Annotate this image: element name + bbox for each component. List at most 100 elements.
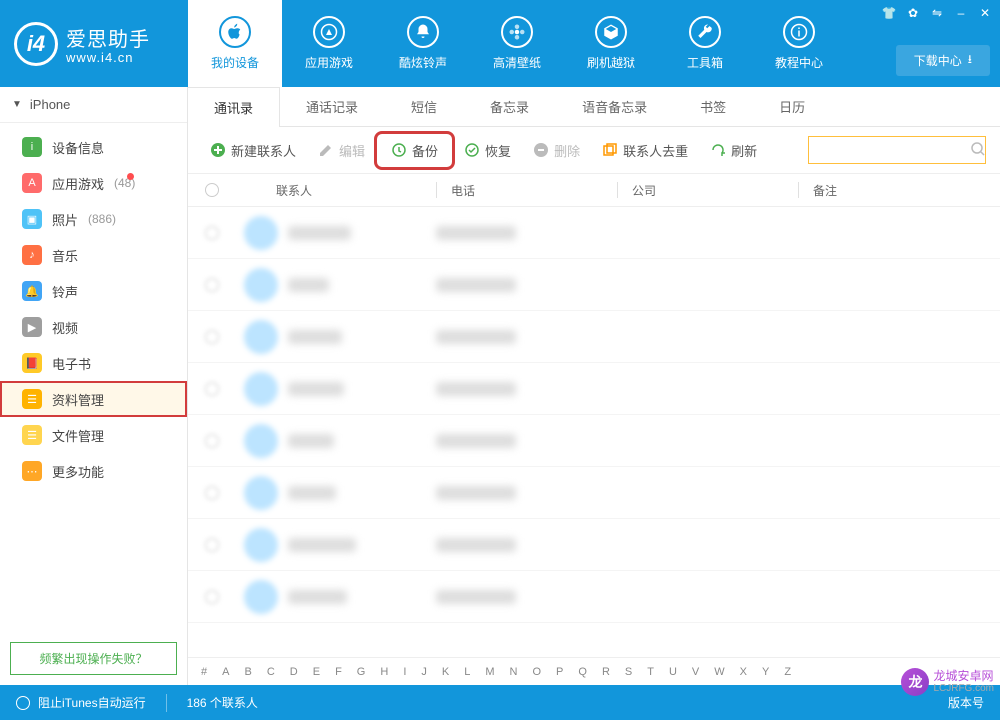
alpha-letter[interactable]: V: [689, 666, 702, 678]
toolbar-label: 备份: [412, 141, 438, 160]
alpha-index[interactable]: # ABCDEFGHIJKLMNOPQRSTUVWXYZ: [188, 657, 1000, 685]
alpha-letter[interactable]: O: [529, 666, 544, 678]
alpha-letter[interactable]: Y: [759, 666, 772, 678]
alpha-letter[interactable]: X: [737, 666, 750, 678]
contact-name-blurred: [288, 382, 344, 396]
minimize-button[interactable]: –: [950, 4, 972, 22]
column-phone[interactable]: 电话: [437, 182, 617, 199]
row-checkbox[interactable]: [205, 226, 219, 240]
alpha-letter[interactable]: J: [418, 666, 430, 678]
device-selector[interactable]: ▼ iPhone: [0, 87, 187, 123]
sidebar-item[interactable]: ♪音乐: [0, 237, 187, 273]
alpha-letter[interactable]: R: [599, 666, 613, 678]
theme-button[interactable]: 👕: [878, 4, 900, 22]
contact-row[interactable]: [188, 207, 1000, 259]
switch-button[interactable]: ⇋: [926, 4, 948, 22]
alpha-letter[interactable]: T: [644, 666, 657, 678]
contact-row[interactable]: [188, 467, 1000, 519]
contact-phone-blurred: [436, 278, 516, 292]
nav-tab-wrench[interactable]: 工具箱: [658, 0, 752, 87]
row-checkbox[interactable]: [205, 434, 219, 448]
row-checkbox[interactable]: [205, 382, 219, 396]
row-checkbox[interactable]: [205, 538, 219, 552]
column-company[interactable]: 公司: [618, 182, 798, 199]
contact-phone-blurred: [436, 590, 516, 604]
alpha-letter[interactable]: U: [666, 666, 680, 678]
alpha-letter[interactable]: Q: [575, 666, 590, 678]
alpha-letter[interactable]: K: [439, 666, 452, 678]
contact-row[interactable]: [188, 311, 1000, 363]
alpha-letter[interactable]: N: [507, 666, 521, 678]
sidebar-icon: ☰: [22, 389, 42, 409]
sidebar-item[interactable]: ⋯更多功能: [0, 453, 187, 489]
toolbar-refresh-button[interactable]: 刷新: [702, 137, 765, 164]
sidebar-icon: i: [22, 137, 42, 157]
toolbar-backup-button[interactable]: 备份: [379, 136, 450, 165]
sidebar-item[interactable]: 🔔铃声: [0, 273, 187, 309]
nav-tab-apple[interactable]: 我的设备: [188, 0, 282, 87]
close-button[interactable]: ✕: [974, 4, 996, 22]
contact-row[interactable]: [188, 363, 1000, 415]
row-checkbox[interactable]: [205, 278, 219, 292]
toolbar-restore-button[interactable]: 恢复: [456, 137, 519, 164]
alpha-letter[interactable]: W: [711, 666, 727, 678]
sub-tab[interactable]: 短信: [385, 87, 464, 126]
nav-tab-info[interactable]: 教程中心: [752, 0, 846, 87]
select-all-checkbox[interactable]: [205, 183, 219, 197]
sidebar-item[interactable]: ▶视频: [0, 309, 187, 345]
toolbar-plus-button[interactable]: 新建联系人: [202, 137, 304, 164]
alpha-letter[interactable]: H: [377, 666, 391, 678]
nav-tab-bell[interactable]: 酷炫铃声: [376, 0, 470, 87]
column-contact[interactable]: 联系人: [236, 182, 436, 199]
alpha-letter[interactable]: B: [241, 666, 254, 678]
sidebar-item[interactable]: ▣照片(886): [0, 201, 187, 237]
sidebar-item[interactable]: A应用游戏(48): [0, 165, 187, 201]
alpha-letter[interactable]: #: [198, 666, 210, 678]
footer-itunes-toggle[interactable]: 阻止iTunes自动运行: [38, 694, 146, 711]
sub-tab[interactable]: 通讯录: [188, 87, 280, 127]
download-center-button[interactable]: 下载中心 ⭳: [896, 45, 990, 76]
alpha-letter[interactable]: C: [264, 666, 278, 678]
footer-contact-count: 186 个联系人: [187, 694, 258, 711]
contact-row[interactable]: [188, 571, 1000, 623]
sidebar-item[interactable]: i设备信息: [0, 129, 187, 165]
alpha-letter[interactable]: F: [332, 666, 345, 678]
alpha-letter[interactable]: E: [310, 666, 323, 678]
contact-row[interactable]: [188, 415, 1000, 467]
sidebar-item[interactable]: ☰文件管理: [0, 417, 187, 453]
sidebar-item[interactable]: ☰资料管理: [0, 381, 187, 417]
alpha-letter[interactable]: M: [482, 666, 497, 678]
search-box[interactable]: [808, 136, 986, 164]
row-checkbox[interactable]: [205, 486, 219, 500]
sidebar-count: (886): [88, 212, 116, 226]
help-link[interactable]: 频繁出现操作失败？: [10, 642, 177, 675]
contact-row[interactable]: [188, 519, 1000, 571]
alpha-letter[interactable]: L: [461, 666, 473, 678]
sidebar-item[interactable]: 📕电子书: [0, 345, 187, 381]
alpha-letter[interactable]: S: [622, 666, 635, 678]
sidebar-icon: ⋯: [22, 461, 42, 481]
alpha-letter[interactable]: G: [354, 666, 369, 678]
nav-tab-box[interactable]: 刷机越狱: [564, 0, 658, 87]
nav-tab-flower[interactable]: 高清壁纸: [470, 0, 564, 87]
alpha-letter[interactable]: Z: [781, 666, 794, 678]
row-checkbox[interactable]: [205, 590, 219, 604]
row-checkbox[interactable]: [205, 330, 219, 344]
alpha-letter[interactable]: D: [287, 666, 301, 678]
toolbar-dedup-button[interactable]: 联系人去重: [594, 137, 696, 164]
sub-tab[interactable]: 书签: [674, 87, 753, 126]
column-remark[interactable]: 备注: [799, 182, 1000, 199]
alpha-letter[interactable]: P: [553, 666, 566, 678]
contact-row[interactable]: [188, 259, 1000, 311]
alpha-letter[interactable]: I: [400, 666, 409, 678]
sub-tab[interactable]: 备忘录: [464, 87, 556, 126]
sub-tab[interactable]: 日历: [753, 87, 832, 126]
nav-label: 高清壁纸: [493, 54, 541, 71]
nav-tab-appstore[interactable]: 应用游戏: [282, 0, 376, 87]
sub-tab[interactable]: 通话记录: [280, 87, 385, 126]
settings-button[interactable]: ✿: [902, 4, 924, 22]
nav-label: 刷机越狱: [587, 54, 635, 71]
search-input[interactable]: [815, 143, 970, 157]
sub-tab[interactable]: 语音备忘录: [556, 87, 674, 126]
alpha-letter[interactable]: A: [219, 666, 232, 678]
